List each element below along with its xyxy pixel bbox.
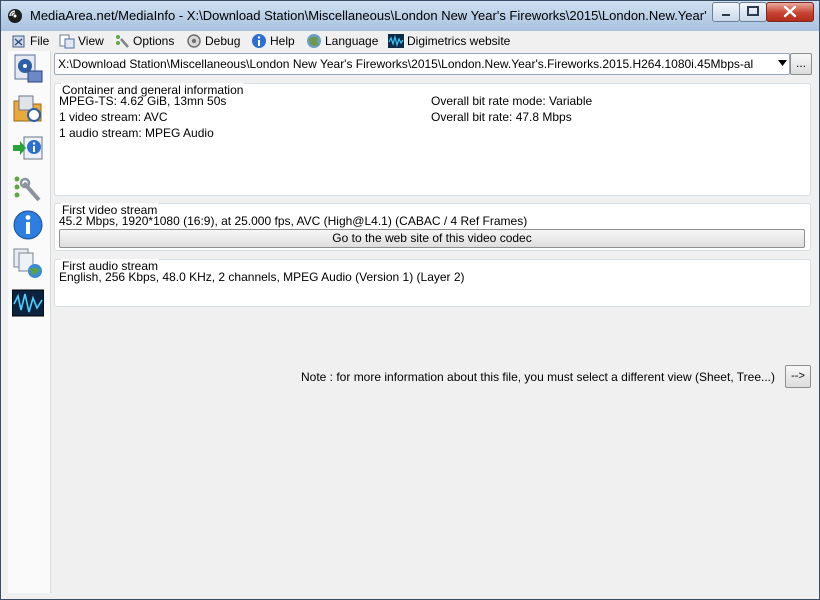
digimetrics-logo-icon[interactable]	[12, 287, 44, 319]
overall-bitrate: Overall bit rate: 47.8 Mbps	[431, 110, 572, 124]
close-button[interactable]	[766, 2, 814, 22]
file-path-combobox[interactable]: X:\Download Station\Miscellaneous\London…	[54, 53, 790, 75]
mediainfo-app-icon	[8, 9, 22, 23]
menu-debug-label: Debug	[205, 34, 241, 48]
audio-stream-count: 1 audio stream: MPEG Audio	[59, 126, 214, 140]
bitrate-mode: Overall bit rate mode: Variable	[431, 94, 593, 108]
menu-help[interactable]: Help	[251, 33, 301, 50]
minimize-button[interactable]	[712, 2, 740, 22]
app-window: MediaArea.net/MediaInfo - X:\Download St…	[0, 0, 820, 600]
options-icon	[116, 35, 129, 48]
general-info-group: Container and general information MPEG-T…	[54, 83, 811, 196]
menu-language-label: Language	[325, 34, 379, 48]
maximize-icon	[747, 6, 759, 16]
file-path-value: X:\Download Station\Miscellaneous\London…	[58, 57, 754, 71]
window-title: MediaArea.net/MediaInfo - X:\Download St…	[30, 8, 706, 23]
menu-options[interactable]: Options	[114, 33, 180, 50]
view-icon	[59, 34, 75, 49]
debug-icon	[187, 34, 201, 48]
video-stream-details: 45.2 Mbps, 1920*1080 (16:9), at 25.000 f…	[59, 214, 528, 228]
title-bar[interactable]: MediaArea.net/MediaInfo - X:\Download St…	[1, 1, 819, 31]
format-line: MPEG-TS: 4.62 GiB, 13mn 50s	[59, 94, 227, 108]
menu-file[interactable]: File	[11, 33, 53, 50]
browse-button[interactable]: ...	[790, 53, 812, 75]
about-icon[interactable]	[12, 209, 44, 241]
menu-options-label: Options	[133, 34, 175, 48]
menu-bar: File View Options Debug Help Language Di…	[8, 31, 814, 51]
view-note: Note : for more information about this f…	[301, 370, 775, 384]
menu-file-label: File	[30, 34, 50, 48]
video-codec-website-button[interactable]: Go to the web site of this video codec	[59, 229, 805, 248]
next-view-button[interactable]: -->	[785, 365, 811, 388]
menu-view-label: View	[78, 34, 104, 48]
options-tools-icon[interactable]	[12, 173, 44, 205]
close-icon	[783, 5, 797, 18]
menu-help-label: Help	[270, 34, 295, 48]
file-icon	[12, 35, 25, 48]
language-icon	[307, 34, 321, 48]
menu-view[interactable]: View	[59, 33, 109, 50]
maximize-button[interactable]	[739, 2, 767, 22]
video-stream-group: First video stream 45.2 Mbps, 1920*1080 …	[54, 203, 811, 251]
audio-stream-details: English, 256 Kbps, 48.0 KHz, 2 channels,…	[59, 270, 465, 284]
minimize-icon	[722, 14, 730, 16]
toolbar-sidebar	[8, 51, 51, 593]
export-icon[interactable]	[12, 133, 44, 165]
menu-debug[interactable]: Debug	[186, 33, 242, 50]
help-icon	[252, 34, 266, 48]
copy-web-icon[interactable]	[12, 247, 44, 279]
digimetrics-icon	[388, 34, 404, 48]
menu-digimetrics[interactable]: Digimetrics website	[388, 33, 518, 50]
open-folder-icon[interactable]	[12, 93, 44, 125]
chevron-down-icon[interactable]	[778, 60, 787, 66]
open-file-icon[interactable]	[12, 53, 44, 85]
video-stream-count: 1 video stream: AVC	[59, 110, 168, 124]
audio-stream-group: First audio stream English, 256 Kbps, 48…	[54, 259, 811, 307]
menu-language[interactable]: Language	[306, 33, 382, 50]
menu-digimetrics-label: Digimetrics website	[407, 34, 511, 48]
main-panel: X:\Download Station\Miscellaneous\London…	[51, 51, 813, 593]
